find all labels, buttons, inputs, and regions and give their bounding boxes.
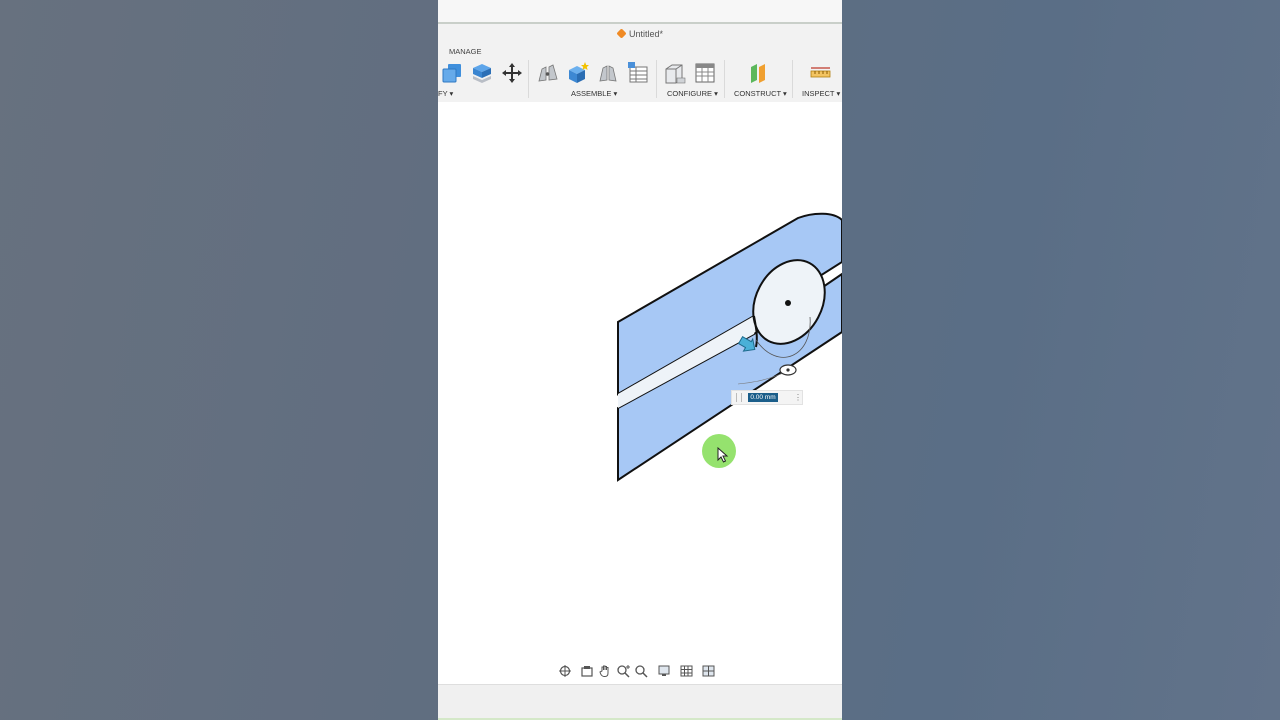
- configuration-table-icon[interactable]: [693, 61, 717, 85]
- assemble-menu[interactable]: ASSEMBLE ▾: [571, 89, 617, 98]
- offset-face-icon[interactable]: [470, 61, 494, 85]
- document-icon: [616, 28, 627, 39]
- toolbar-separator: [528, 60, 529, 98]
- viewports-icon[interactable]: [702, 664, 716, 678]
- title-bar: Untitled*: [438, 24, 842, 44]
- hole-center-point[interactable]: [785, 300, 791, 306]
- dimension-options-icon[interactable]: ⋮: [794, 391, 802, 404]
- pan-icon[interactable]: [598, 664, 612, 678]
- navigation-bar: [558, 662, 724, 680]
- dimension-input[interactable]: 0.00 mm: [748, 393, 778, 402]
- toolbar-separator: [792, 60, 793, 98]
- toolbar-separator: [656, 60, 657, 98]
- zoom-window-icon[interactable]: [634, 664, 648, 678]
- viewport[interactable]: 0.00 mm ⋮: [438, 102, 842, 684]
- configure-model-icon[interactable]: [663, 61, 687, 85]
- bottom-bar: [438, 684, 842, 720]
- mouse-pointer-icon: [717, 447, 729, 463]
- document-title-text: Untitled*: [628, 29, 664, 39]
- combine-icon[interactable]: [440, 61, 464, 85]
- offset-plane-icon[interactable]: [746, 61, 770, 85]
- zoom-icon[interactable]: [616, 664, 630, 678]
- grid-settings-icon[interactable]: [680, 664, 694, 678]
- top-strip: [438, 0, 842, 24]
- modify-menu[interactable]: FY ▾: [438, 89, 453, 98]
- as-built-joint-icon[interactable]: [596, 61, 620, 85]
- measure-icon[interactable]: [808, 61, 832, 85]
- construct-menu[interactable]: CONSTRUCT ▾: [734, 89, 787, 98]
- drag-grip-icon[interactable]: [736, 393, 742, 402]
- new-component-icon[interactable]: [566, 61, 590, 85]
- toolbar: MANAGE FY ▾ ASSEMBLE ▾ CONFIGURE ▾ CONST…: [438, 44, 842, 102]
- document-title: Untitled*: [438, 28, 842, 39]
- fillet-handle-center: [786, 368, 790, 372]
- joint-icon[interactable]: [536, 61, 560, 85]
- toolbar-separator: [724, 60, 725, 98]
- configure-menu[interactable]: CONFIGURE ▾: [667, 89, 718, 98]
- move-icon[interactable]: [500, 61, 524, 85]
- app-window: Untitled* MANAGE FY ▾ ASSEMBLE ▾ CONFIGU…: [438, 0, 842, 720]
- tab-manage[interactable]: MANAGE: [449, 47, 482, 56]
- orbit-icon[interactable]: [558, 664, 572, 678]
- inspect-menu[interactable]: INSPECT ▾: [802, 89, 840, 98]
- table-icon[interactable]: [626, 61, 650, 85]
- display-settings-icon[interactable]: [658, 664, 672, 678]
- look-at-icon[interactable]: [580, 664, 594, 678]
- dimension-input-box[interactable]: 0.00 mm ⋮: [731, 390, 803, 405]
